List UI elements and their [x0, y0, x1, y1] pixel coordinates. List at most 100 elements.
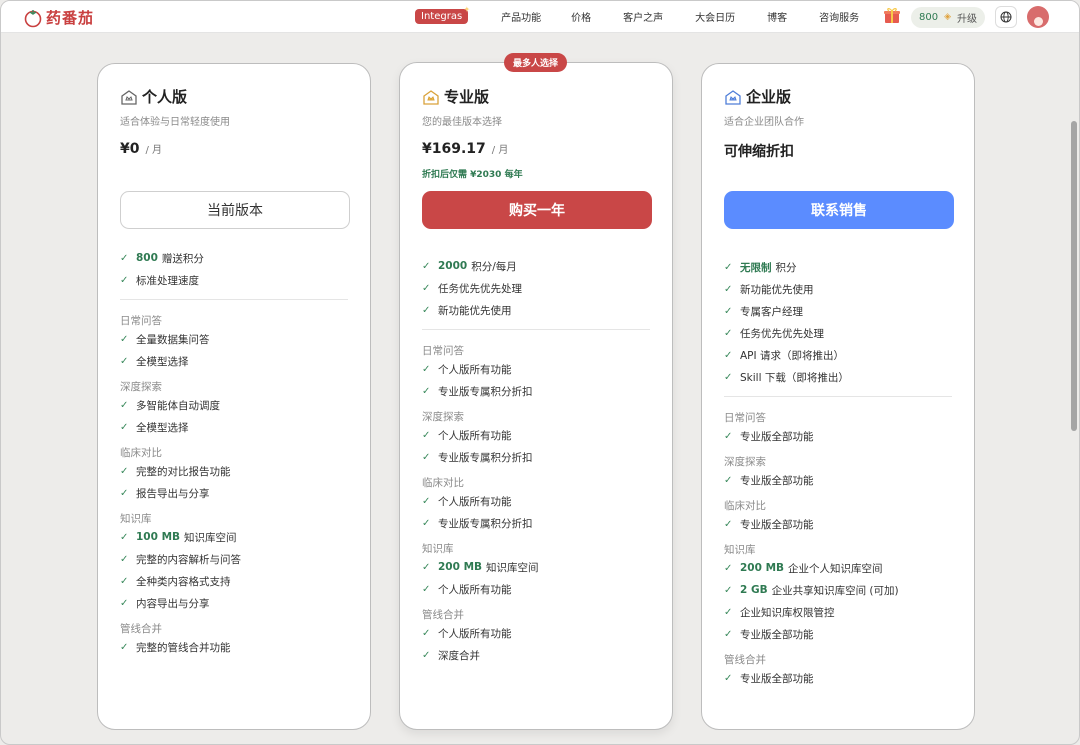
- feature-text: 新功能优先使用: [438, 304, 512, 317]
- check-icon: ✓: [120, 575, 129, 587]
- gift-icon[interactable]: [883, 6, 901, 28]
- check-icon: ✓: [422, 385, 431, 397]
- house-crown-icon: [423, 89, 439, 105]
- logo-text: 药番茄: [46, 9, 95, 27]
- feature-text: 企业知识库权限管控: [740, 606, 835, 619]
- feature-item: ✓ 个人版所有功能: [422, 358, 650, 380]
- feature-text: 全模型选择: [136, 421, 189, 434]
- feature-item: ✓ 专业版全部功能: [724, 425, 952, 447]
- points-pill[interactable]: 800 ◈ 升级: [910, 6, 985, 28]
- current-plan-button[interactable]: 当前版本: [120, 191, 350, 229]
- price-note: 折扣后仅需 ¥2030 每年: [422, 170, 523, 180]
- check-icon: ✓: [422, 363, 431, 375]
- popular-badge: 最多人选择: [504, 53, 568, 72]
- feature-text: 个人版所有功能: [438, 627, 512, 640]
- feature-highlight: 100 MB: [136, 531, 181, 543]
- contact-sales-button[interactable]: 联系销售: [724, 191, 954, 229]
- price-value: 可伸缩折扣: [724, 144, 794, 160]
- check-icon: ✓: [422, 583, 431, 595]
- section-title: 管线合并: [724, 653, 766, 666]
- logo[interactable]: 药番茄: [23, 7, 94, 28]
- check-icon: ✓: [422, 649, 431, 661]
- nav-item-testimonials[interactable]: 客户之声: [623, 9, 663, 24]
- feature-item: ✓ 新功能优先使用: [422, 299, 650, 321]
- check-icon: ✓: [724, 371, 733, 383]
- check-icon: ✓: [422, 282, 431, 294]
- plan-name: 企业版: [746, 88, 792, 106]
- check-icon: ✓: [724, 349, 733, 361]
- price-value: ¥0: [120, 141, 140, 157]
- feature-text: 个人版所有功能: [438, 495, 512, 508]
- check-icon: ✓: [422, 517, 431, 529]
- feature-text: 专业版全部功能: [740, 474, 814, 487]
- feature-item: ✓ 200 MB 知识库空间: [422, 556, 650, 578]
- check-icon: ✓: [120, 252, 129, 264]
- section-title: 知识库: [120, 512, 152, 525]
- feature-text: 完整的对比报告功能: [136, 465, 231, 478]
- check-icon: ✓: [724, 327, 733, 339]
- feature-item: ✓ 专业版全部功能: [724, 667, 952, 689]
- nav-item-blog[interactable]: 博客: [767, 9, 787, 24]
- language-button[interactable]: [995, 6, 1017, 28]
- feature-item: ✓ 100 MB 知识库空间: [120, 526, 348, 548]
- feature-text: 专业版专属积分折扣: [438, 517, 533, 530]
- check-icon: ✓: [120, 333, 129, 345]
- scrollbar[interactable]: [1071, 121, 1077, 431]
- feature-item: ✓ 全模型选择: [120, 350, 348, 372]
- plan-subtitle: 适合体验与日常轻度使用: [120, 117, 230, 128]
- feature-item: ✓ 2000 积分/每月: [422, 255, 650, 277]
- plan-card-enterprise: 企业版 适合企业团队合作 可伸缩折扣 联系销售 ✓ 无限制 积分 ✓ 新功能优先使用 ✓ 专…: [701, 63, 975, 730]
- feature-item: ✓ 个人版所有功能: [422, 490, 650, 512]
- feature-item: ✓ 无限制 积分: [724, 256, 952, 278]
- feature-text: 全种类内容格式支持: [136, 575, 231, 588]
- avatar[interactable]: [1027, 6, 1049, 28]
- nav-item-features[interactable]: 产品功能: [501, 9, 541, 24]
- feature-text: 个人版所有功能: [438, 363, 512, 376]
- feature-text: 企业个人知识库空间: [788, 562, 883, 575]
- check-icon: ✓: [120, 274, 129, 286]
- upgrade-link[interactable]: 升级: [957, 10, 977, 25]
- feature-item: ✓ 深度合并: [422, 644, 650, 666]
- feature-item: ✓ 全量数据集问答: [120, 328, 348, 350]
- feature-item: ✓ API 请求（即将推出）: [724, 344, 952, 366]
- feature-text: 专业版专属积分折扣: [438, 385, 533, 398]
- feature-text: 报告导出与分享: [136, 487, 210, 500]
- feature-text: 企业共享知识库空间 (可加): [771, 584, 899, 597]
- feature-item: ✓ 专业版全部功能: [724, 513, 952, 535]
- feature-text: 完整的内容解析与问答: [136, 553, 241, 566]
- check-icon: ✓: [724, 628, 733, 640]
- divider: [422, 329, 650, 330]
- section-title: 管线合并: [120, 622, 162, 635]
- feature-highlight: 无限制: [740, 261, 772, 274]
- points-value: 800: [918, 11, 939, 23]
- check-icon: ✓: [422, 561, 431, 573]
- buy-one-year-button[interactable]: 购买一年: [422, 191, 652, 229]
- feature-text: 完整的管线合并功能: [136, 641, 231, 654]
- nav-item-events[interactable]: 大会日历: [695, 9, 735, 24]
- sparkle-icon: ✦: [463, 5, 471, 14]
- feature-text: 专业版全部功能: [740, 672, 814, 685]
- check-icon: ✓: [724, 562, 733, 574]
- feature-text: 任务优先优先处理: [438, 282, 522, 295]
- feature-item: ✓ 完整的管线合并功能: [120, 636, 348, 658]
- feature-item: ✓ 2 GB 企业共享知识库空间 (可加): [724, 579, 952, 601]
- feature-item: ✓ 任务优先优先处理: [724, 322, 952, 344]
- nav-item-integras[interactable]: Integras ✦: [415, 5, 470, 24]
- check-icon: ✓: [120, 641, 129, 653]
- feature-item: ✓ 完整的对比报告功能: [120, 460, 348, 482]
- feature-text: 任务优先优先处理: [740, 327, 824, 340]
- plan-header: 专业版: [422, 86, 489, 107]
- plan-header: 企业版: [724, 86, 791, 107]
- nav-item-consulting[interactable]: 咨询服务: [819, 9, 859, 24]
- section-title: 管线合并: [422, 608, 464, 621]
- price-period: / 月: [145, 145, 163, 156]
- feature-item: ✓ 标准处理速度: [120, 269, 348, 291]
- feature-highlight: 2 GB: [740, 584, 768, 596]
- feature-highlight: 200 MB: [740, 562, 785, 574]
- check-icon: ✓: [724, 305, 733, 317]
- plan-card-pro: 最多人选择 专业版 您的最佳版本选择 ¥169.17 / 月 折扣后仅需 ¥203…: [399, 53, 673, 730]
- nav-item-pricing[interactable]: 价格: [571, 9, 591, 24]
- section-title: 临床对比: [422, 476, 464, 489]
- feature-item: ✓ 专业版全部功能: [724, 623, 952, 645]
- feature-item: ✓ 新功能优先使用: [724, 278, 952, 300]
